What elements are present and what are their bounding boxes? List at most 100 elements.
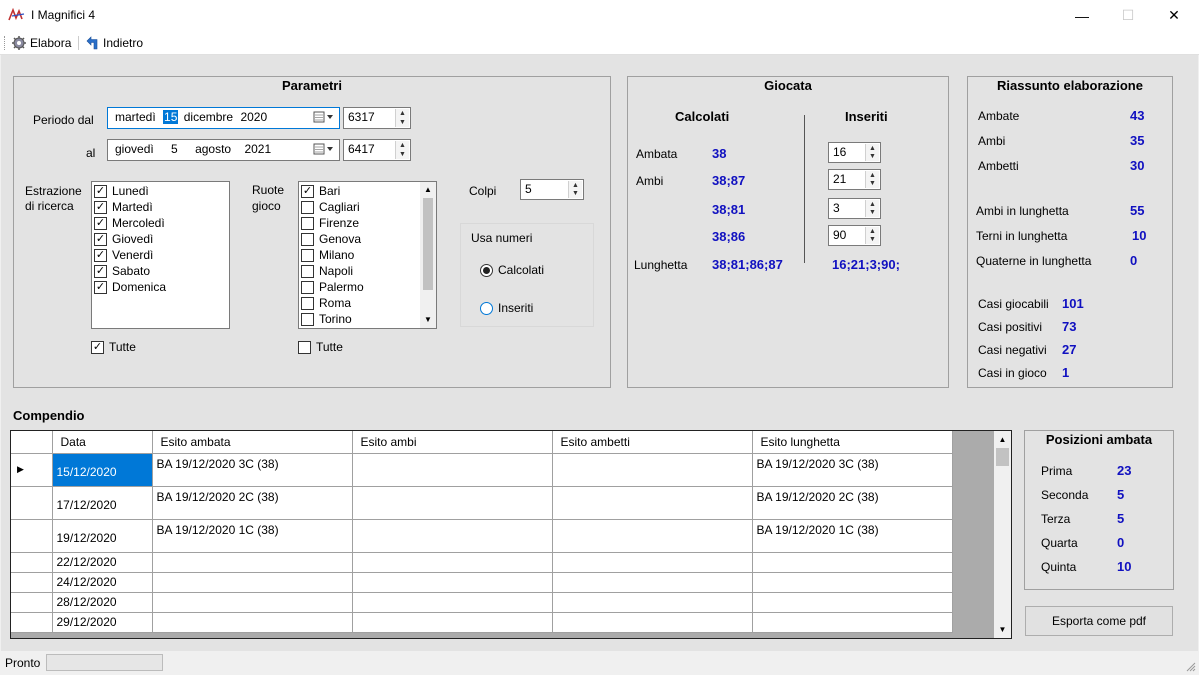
colpi-spinner[interactable]: ▲ ▼	[568, 181, 582, 198]
giorno-item[interactable]: ✓ Mercoledì	[94, 215, 165, 231]
date-from-picker[interactable]: martedì 15 dicembre 2020	[107, 107, 340, 129]
colpi-field[interactable]: 5 ▲ ▼	[520, 179, 584, 200]
cell-ambi[interactable]	[352, 612, 553, 633]
cell-ambetti[interactable]	[552, 552, 753, 573]
cell-lunghetta[interactable]: BA 19/12/2020 1C (38)	[752, 519, 953, 553]
checkbox-unchecked-icon[interactable]	[298, 340, 311, 354]
spin-up-icon[interactable]: ▲	[866, 227, 879, 236]
ruota-item[interactable]: Firenze	[301, 215, 359, 231]
compendio-scrollbar[interactable]: ▲ ▼	[994, 431, 1011, 638]
column-header[interactable]: Esito ambata	[152, 431, 353, 454]
cell-lunghetta[interactable]	[752, 572, 953, 593]
inserito-spinner[interactable]: ▲ ▼	[865, 200, 879, 217]
spin-up-icon[interactable]: ▲	[866, 171, 879, 180]
inserito-spinner[interactable]: ▲ ▼	[865, 144, 879, 161]
cell-data[interactable]: 29/12/2020	[52, 612, 153, 633]
row-header[interactable]	[11, 519, 53, 553]
cell-ambetti[interactable]	[552, 519, 753, 553]
checkbox-checked-icon[interactable]: ✓	[91, 340, 104, 354]
giorno-item[interactable]: ✓ Sabato	[94, 263, 150, 279]
scroll-down-icon[interactable]: ▼	[994, 621, 1011, 638]
checkbox-unchecked-icon[interactable]	[301, 232, 314, 246]
ruote-scrollbar[interactable]: ▲ ▼	[420, 182, 436, 328]
ruote-tutte-checkbox[interactable]: Tutte	[298, 339, 343, 355]
table-row[interactable]: 29/12/2020	[11, 612, 953, 633]
spin-up-icon[interactable]: ▲	[866, 144, 879, 153]
close-button[interactable]: ✕	[1151, 0, 1197, 31]
scroll-up-icon[interactable]: ▲	[420, 182, 436, 198]
radio-unselected-icon[interactable]	[480, 301, 493, 315]
cell-lunghetta[interactable]	[752, 592, 953, 613]
ruote-checklist[interactable]: ✓ Bari Cagliari Firenze Genova Milano Nap…	[298, 181, 437, 329]
ruota-item[interactable]: Roma	[301, 295, 351, 311]
spin-down-icon[interactable]: ▼	[396, 150, 409, 159]
checkbox-checked-icon[interactable]: ✓	[94, 232, 107, 246]
checkbox-checked-icon[interactable]: ✓	[94, 184, 107, 198]
checkbox-checked-icon[interactable]: ✓	[94, 280, 107, 294]
cell-ambata[interactable]	[152, 552, 353, 573]
cell-ambetti[interactable]	[552, 486, 753, 520]
giorno-item[interactable]: ✓ Martedì	[94, 199, 153, 215]
cell-data[interactable]: 22/12/2020	[52, 552, 153, 573]
cell-ambata[interactable]: BA 19/12/2020 1C (38)	[152, 519, 353, 553]
checkbox-unchecked-icon[interactable]	[301, 280, 314, 294]
date-to-day[interactable]: 5	[171, 142, 178, 156]
row-header[interactable]	[11, 486, 53, 520]
cell-data[interactable]: 24/12/2020	[52, 572, 153, 593]
elabora-button[interactable]: Elabora	[11, 34, 71, 52]
table-row[interactable]: 19/12/2020 BA 19/12/2020 1C (38) BA 19/1…	[11, 519, 953, 553]
toolbar-grip[interactable]	[4, 36, 6, 50]
inserito-spinner[interactable]: ▲ ▼	[865, 227, 879, 244]
cell-data[interactable]: 19/12/2020	[52, 519, 153, 553]
date-from-day[interactable]: 15	[163, 110, 179, 124]
spin-down-icon[interactable]: ▼	[866, 236, 879, 245]
row-header[interactable]	[11, 552, 53, 573]
cell-lunghetta[interactable]: BA 19/12/2020 2C (38)	[752, 486, 953, 520]
giorno-item[interactable]: ✓ Giovedì	[94, 231, 153, 247]
table-row[interactable]: 28/12/2020	[11, 592, 953, 613]
cell-ambi[interactable]	[352, 519, 553, 553]
table-row[interactable]: ▶ 15/12/2020 BA 19/12/2020 3C (38) BA 19…	[11, 453, 953, 487]
spin-down-icon[interactable]: ▼	[569, 190, 582, 199]
checkbox-checked-icon[interactable]: ✓	[94, 248, 107, 262]
scroll-thumb[interactable]	[423, 198, 433, 290]
spin-down-icon[interactable]: ▼	[396, 118, 409, 127]
row-selector-arrow-icon[interactable]: ▶	[11, 453, 53, 487]
indietro-button[interactable]: Indietro	[84, 34, 143, 52]
radio-selected-icon[interactable]	[480, 263, 493, 277]
date-to-picker[interactable]: giovedì 5 agosto 2021	[107, 139, 340, 161]
ruota-item[interactable]: Genova	[301, 231, 361, 247]
spin-down-icon[interactable]: ▼	[866, 180, 879, 189]
column-header[interactable]: Esito ambetti	[552, 431, 753, 454]
cell-ambi[interactable]	[352, 592, 553, 613]
scroll-thumb[interactable]	[996, 448, 1009, 466]
inserito-spinner[interactable]: ▲ ▼	[865, 171, 879, 188]
ruota-item[interactable]: Torino	[301, 311, 352, 327]
spin-down-icon[interactable]: ▼	[866, 209, 879, 218]
calendar-dropdown-icon[interactable]	[313, 111, 335, 126]
cell-ambetti[interactable]	[552, 612, 753, 633]
calendar-dropdown-icon[interactable]	[313, 143, 335, 158]
table-row[interactable]: 22/12/2020	[11, 552, 953, 573]
date-to-number-spinner[interactable]: ▲ ▼	[395, 141, 409, 159]
scroll-up-icon[interactable]: ▲	[994, 431, 1011, 448]
cell-ambetti[interactable]	[552, 453, 753, 487]
radio-inseriti[interactable]: Inseriti	[480, 300, 533, 316]
spin-up-icon[interactable]: ▲	[396, 141, 409, 150]
maximize-button[interactable]: ☐	[1105, 0, 1151, 31]
inserito-field[interactable]: 3 ▲ ▼	[828, 198, 881, 219]
checkbox-unchecked-icon[interactable]	[301, 296, 314, 310]
esporta-pdf-button[interactable]: Esporta come pdf	[1025, 606, 1173, 636]
minimize-button[interactable]: —	[1059, 0, 1105, 31]
row-header[interactable]	[11, 592, 53, 613]
table-row[interactable]: 24/12/2020	[11, 572, 953, 593]
cell-ambi[interactable]	[352, 552, 553, 573]
column-header[interactable]: Esito ambi	[352, 431, 553, 454]
ruota-item[interactable]: Cagliari	[301, 199, 360, 215]
cell-data[interactable]: 17/12/2020	[52, 486, 153, 520]
scroll-down-icon[interactable]: ▼	[420, 312, 436, 328]
spin-up-icon[interactable]: ▲	[396, 109, 409, 118]
ruota-item[interactable]: Milano	[301, 247, 354, 263]
compendio-grid[interactable]: Data Esito ambata Esito ambi Esito ambet…	[10, 430, 1012, 639]
resize-grip-icon[interactable]	[1186, 661, 1196, 672]
